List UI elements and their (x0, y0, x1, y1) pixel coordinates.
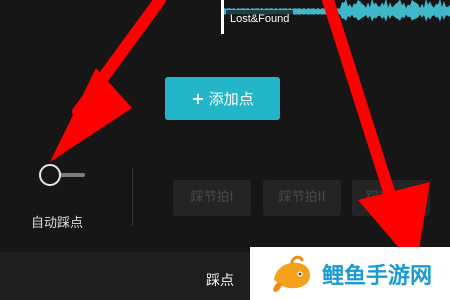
divider (132, 168, 133, 226)
bottom-bar-title: 踩点 (206, 273, 234, 289)
plus-icon: + (191, 89, 205, 108)
arrow-head-left (50, 68, 132, 162)
watermark: 鲤鱼手游网 (250, 247, 450, 300)
arrow-shaft-left (72, 0, 166, 118)
auto-beat-label: 自动踩点 (31, 216, 84, 231)
playhead[interactable] (221, 0, 224, 34)
add-point-button[interactable]: + 添加点 (165, 77, 280, 120)
fish-logo-icon (273, 255, 310, 292)
beat-option-2[interactable]: 踩节拍II (263, 180, 341, 216)
track-label: Lost&Found (226, 10, 294, 28)
add-point-label: 添加点 (208, 90, 254, 108)
watermark-text: 鲤鱼手游网 (322, 263, 433, 289)
auto-beat-toggle[interactable] (39, 164, 61, 186)
beat-option-3[interactable]: 踩节拍III (352, 180, 430, 216)
beat-option-1[interactable]: 踩节拍I (173, 180, 251, 216)
